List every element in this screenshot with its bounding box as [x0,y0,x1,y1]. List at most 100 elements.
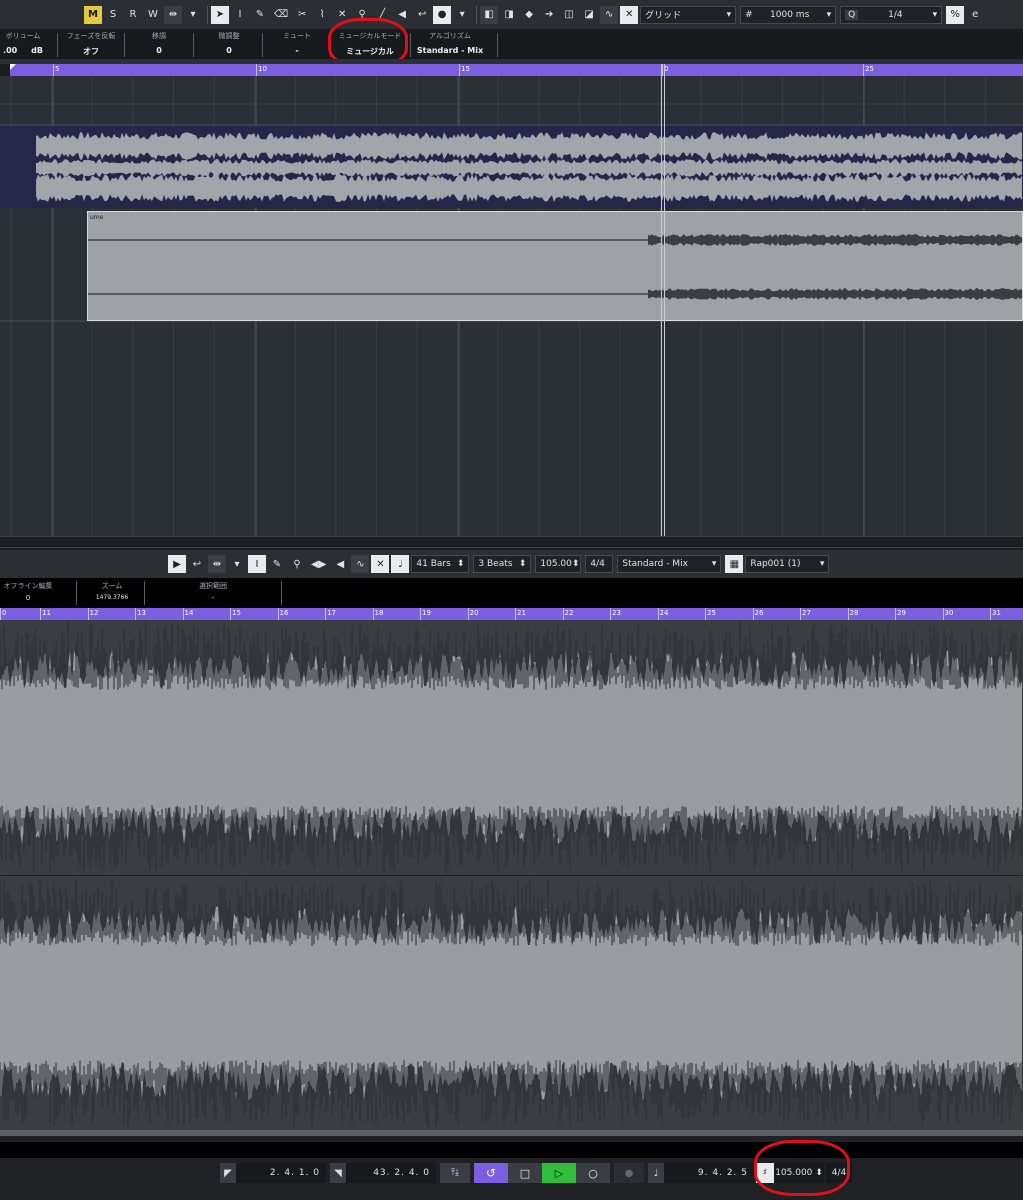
solo-mode-button[interactable]: S [104,6,122,24]
trim-right-icon[interactable]: ◪ [580,6,598,24]
info-finetune[interactable]: 微調整 0 [198,31,260,59]
clip-select[interactable]: Rap001 (1) ▾ [745,555,830,573]
info-algorithm[interactable]: アルゴリズム Standard - Mix [414,31,486,59]
info-label: オフライン編集 [3,582,53,590]
clip-name-value: Rap001 (1) [750,559,801,569]
loop-preview-icon[interactable]: ↩ [188,555,206,573]
draw-tool-icon[interactable]: ✎ [268,555,286,573]
editor-ruler[interactable]: 0 11 12 13 14 15 16 17 18 19 20 21 22 23 24 25 26 27 28 29 3… [0,608,1023,620]
iterative-quantize-icon[interactable]: % [946,5,965,24]
mute-mode-button[interactable]: M [84,5,102,24]
info-phase[interactable]: フェーズを反転 オフ [60,31,122,59]
loop-tool-icon[interactable]: ↩ [413,6,431,24]
snap-on-icon[interactable]: ✕ [620,5,639,24]
snap-zero-icon[interactable]: ∿ [351,555,370,573]
move-right-icon[interactable]: ➔ [540,6,558,24]
chevron-down-icon: ▾ [726,9,732,20]
info-transpose[interactable]: 移調 0 [128,31,190,59]
nudge-right-icon[interactable]: ◨ [500,6,518,24]
waveform-track1 [0,126,1022,208]
range-select-tool-icon[interactable]: I [248,555,266,573]
chevron-down-icon[interactable]: ▾ [228,555,246,573]
left-locator-icon[interactable]: ◤ [220,1163,236,1183]
divider [497,33,498,57]
snap-type-select[interactable]: グリッド ▾ [640,5,737,24]
audio-event-track1[interactable] [0,126,1023,208]
split-tool-icon[interactable]: ✂ [293,6,311,24]
audio-event-track2[interactable]: ume [87,211,1023,321]
red-annotation-circle [754,1140,850,1196]
cycle-button[interactable]: ↺ [474,1163,508,1183]
divider [281,581,282,605]
info-selection-range[interactable]: 選択範囲 - [150,578,276,608]
quantize-select[interactable]: Q 1/4 ▾ [840,5,943,24]
ruler-label: 11 [42,609,51,617]
stop-button[interactable]: □ [508,1163,542,1183]
waveform-right-channel [0,876,1023,1130]
beats-field[interactable]: 3 Beats ⬍ [473,555,532,573]
signature-field[interactable]: 4/4 [585,555,614,573]
marker-icon[interactable]: ● [614,1163,644,1183]
snap-zero-icon[interactable]: ∿ [600,5,619,24]
info-zoom[interactable]: ズーム 1479.3766 [80,578,144,608]
range-tool-icon[interactable]: I [231,6,249,24]
musical-mode-icon[interactable]: ♩ [391,555,410,573]
quantize-value: 1/4 [888,9,903,20]
left-locator-marker[interactable] [10,64,16,70]
ruler-label: 28 [849,609,859,617]
spinner-icon: ⬍ [456,559,465,569]
snap-on-icon[interactable]: ✕ [371,555,390,573]
info-value: 1479.3766 [95,594,129,601]
info-mute[interactable]: ミュート - [266,31,328,59]
ruler-label: 26 [754,609,764,617]
algorithm-select[interactable]: Standard - Mix ▾ [617,555,722,573]
edit-icon[interactable]: e [966,6,984,24]
record-button[interactable]: ○ [576,1163,610,1183]
read-mode-button[interactable]: R [124,6,142,24]
draw-tool-icon[interactable]: ✎ [251,6,269,24]
write-mode-button[interactable]: W [144,6,162,24]
zone-splitter[interactable] [0,536,1023,548]
tempo-field[interactable]: 105.00 ⬍ [535,555,582,573]
auto-scroll-icon[interactable]: ⇹ [208,555,226,573]
right-locator-icon[interactable]: ◥ [330,1163,346,1183]
project-ruler[interactable]: 5 10 15 0 25 [10,64,1023,76]
scrub-tool-icon[interactable]: ◀▶ [308,555,329,573]
speaker-tool-icon[interactable]: ◀ [393,6,411,24]
move-left-icon[interactable]: ◆ [520,6,538,24]
zoom-tool-icon[interactable]: ⚲ [288,555,306,573]
ruler-label: 14 [184,609,194,617]
ruler-label: 25 [865,65,874,73]
info-unit: dB [31,46,43,55]
color-tool-icon[interactable]: ● [433,5,452,24]
clip-icon[interactable]: ▦ [725,555,744,573]
nudge-left-icon[interactable]: ◧ [480,5,499,24]
chevron-down-icon[interactable]: ▾ [184,6,202,24]
audio-length-field[interactable]: 41 Bars ⬍ [411,555,470,573]
object-selection-tool-icon[interactable]: ➤ [211,5,229,24]
project-cursor[interactable] [661,64,665,536]
right-locator-field[interactable]: 43. 2. 4. 0 [346,1163,436,1183]
punch-icon[interactable]: ⤒⤓ [440,1163,470,1183]
position-field[interactable]: 9. 4. 2. 5 [664,1163,754,1183]
chevron-down-icon: ▾ [819,559,825,569]
glue-tool-icon[interactable]: ⌇ [313,6,331,24]
erase-tool-icon[interactable]: ⌫ [271,6,291,24]
info-label: ボリューム [5,32,41,40]
musical-time-icon[interactable]: ♩ [648,1163,664,1183]
grid-select[interactable]: #1000 ms ▾ [740,5,837,24]
info-volume[interactable]: ボリューム .00 dB [0,31,46,59]
play-button[interactable]: ▷ [542,1163,576,1183]
auto-scroll-icon[interactable]: ⇹ [164,5,182,24]
ruler-label: 10 [258,65,267,73]
trim-left-icon[interactable]: ◫ [560,6,578,24]
chevron-down-icon[interactable]: ▾ [453,6,471,24]
play-preview-icon[interactable]: ▶ [168,555,186,573]
speaker-tool-icon[interactable]: ◀ [331,555,349,573]
ruler-label: 13 [137,609,146,617]
info-offline-edit[interactable]: オフライン編集 0 [0,578,56,608]
sample-editor-display[interactable] [0,620,1023,1130]
channel-divider [0,875,1023,876]
left-locator-field[interactable]: 2. 4. 1. 0 [236,1163,326,1183]
ruler-label: 17 [327,609,336,617]
